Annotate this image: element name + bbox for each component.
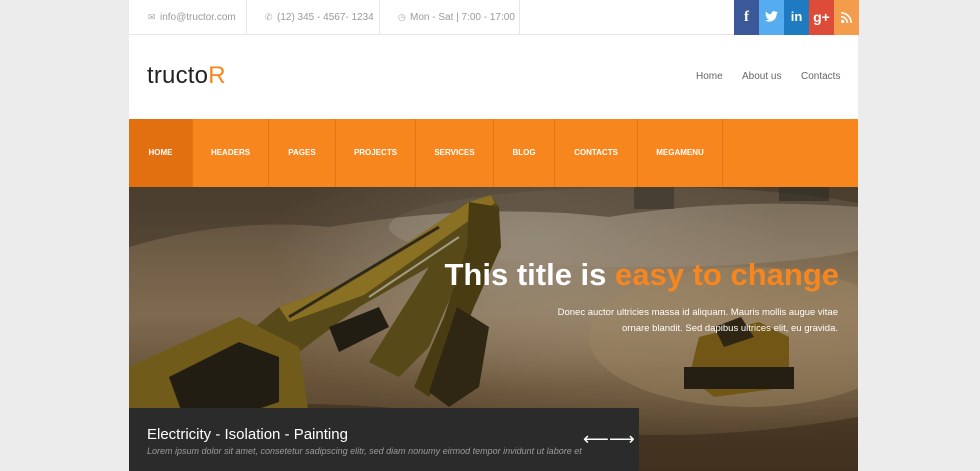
twitter-icon[interactable]	[759, 0, 784, 35]
hero-subtitle: Donec auctor ultricies massa id aliquam.…	[538, 305, 838, 337]
arrow-right-icon[interactable]: ⟶	[609, 430, 635, 448]
arrow-left-icon[interactable]: ⟵	[583, 430, 609, 448]
hours-text: Mon - Sat | 7:00 - 17:00	[410, 12, 515, 23]
menu-item-projects[interactable]: PROJECTS	[336, 119, 416, 187]
phone-info: ✆ (12) 345 - 4567- 1234	[247, 0, 380, 34]
site-logo[interactable]: tructoR	[147, 62, 226, 90]
slide-caption: Electricity - Isolation - Painting Lorem…	[129, 408, 639, 471]
logo-accent: R	[208, 62, 226, 89]
rss-icon[interactable]	[834, 0, 859, 35]
logo-text: tructo	[147, 62, 209, 89]
phone-icon: ✆	[265, 12, 273, 22]
top-info-bar: ✉ info@tructor.com ✆ (12) 345 - 4567- 1234…	[129, 0, 859, 35]
hero-title: This title is easy to change	[444, 257, 839, 293]
hours-info: ◷ Mon - Sat | 7:00 - 17:00	[380, 0, 520, 34]
hero-subtitle-line-1: Donec auctor ultricies massa id aliquam.…	[557, 307, 838, 318]
phone-text: (12) 345 - 4567- 1234	[277, 12, 374, 23]
topnav-about[interactable]: About us	[742, 71, 781, 82]
menu-item-contacts[interactable]: CONTACTS	[555, 119, 638, 187]
caption-text: Lorem ipsum dolor sit amet, consetetur s…	[147, 446, 582, 456]
email-info[interactable]: ✉ info@tructor.com	[129, 0, 247, 34]
menu-item-pages[interactable]: PAGES	[269, 119, 336, 187]
caption-title: Electricity - Isolation - Painting	[147, 426, 348, 443]
envelope-icon: ✉	[148, 12, 156, 22]
facebook-icon[interactable]: f	[734, 0, 759, 35]
site-header: tructoR Home About us Contacts	[129, 35, 858, 119]
menu-item-headers[interactable]: HEADERS	[193, 119, 269, 187]
topnav-home[interactable]: Home	[696, 71, 723, 82]
menu-item-megamenu[interactable]: MEGAMENU	[638, 119, 723, 187]
page: ✉ info@tructor.com ✆ (12) 345 - 4567- 1234…	[129, 0, 859, 471]
menu-item-services[interactable]: SERVICES	[416, 119, 494, 187]
email-text: info@tructor.com	[160, 12, 236, 23]
menu-item-home[interactable]: HOME	[129, 119, 193, 187]
hero-title-main: This title is	[444, 257, 616, 292]
linkedin-icon[interactable]: in	[784, 0, 809, 35]
main-menu: HOME HEADERS PAGES PROJECTS SERVICES BLO…	[129, 119, 858, 187]
google-plus-icon[interactable]: g+	[809, 0, 834, 35]
hero-slider: This title is easy to change Donec aucto…	[129, 187, 858, 471]
hero-title-accent: easy to change	[615, 257, 839, 292]
hero-subtitle-line-2: ornare blandit. Sed dapibus ultrices eli…	[622, 323, 838, 334]
clock-icon: ◷	[398, 12, 406, 22]
topnav-contacts[interactable]: Contacts	[801, 71, 840, 82]
menu-item-blog[interactable]: BLOG	[494, 119, 555, 187]
